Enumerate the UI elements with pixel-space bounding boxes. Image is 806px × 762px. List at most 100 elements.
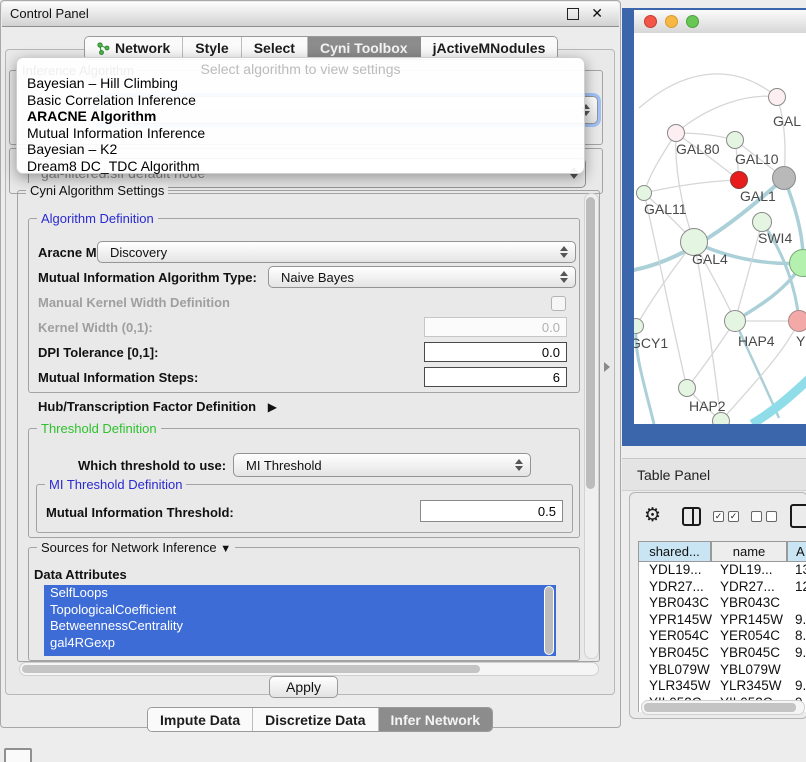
columns-icon[interactable] — [682, 507, 701, 526]
tab-discretize-data[interactable]: Discretize Data — [253, 708, 378, 731]
column-header-name[interactable]: name — [711, 541, 787, 562]
close-icon[interactable]: ✕ — [591, 5, 603, 22]
dropdown-item[interactable]: Dream8 DC_TDC Algorithm — [27, 158, 200, 174]
list-vertical-scrollbar[interactable] — [544, 586, 554, 655]
node-gray[interactable] — [772, 166, 796, 190]
node-hap4[interactable] — [724, 310, 746, 332]
tab-jactivemnodules[interactable]: jActiveMNodules — [421, 37, 558, 59]
dropdown-item-selected[interactable]: ARACNE Algorithm — [27, 108, 156, 124]
gear-icon[interactable]: ⚙ — [644, 506, 661, 525]
splitter-arrow-icon[interactable] — [604, 362, 610, 372]
node-label: HAP2 — [689, 398, 726, 414]
collapse-arrow-icon: ▼ — [220, 543, 231, 555]
table-row[interactable]: YBR043C YBR043C — [639, 595, 806, 612]
mac-minimize-icon[interactable] — [665, 15, 678, 28]
combo-arrows-icon — [515, 459, 523, 471]
mi-steps-field[interactable] — [424, 367, 567, 387]
kernel-width-field[interactable] — [424, 317, 567, 337]
checkbox-unchecked-icon[interactable] — [751, 511, 762, 522]
settings-vertical-scrollbar[interactable] — [584, 193, 599, 659]
sources-group-title[interactable]: Sources for Network Inference ▼ — [37, 540, 235, 555]
restore-panel-icon[interactable] — [4, 748, 32, 762]
column-header-shared[interactable]: shared... — [638, 541, 711, 562]
mi-steps-label: Mutual Information Steps: — [38, 370, 198, 385]
tab-select[interactable]: Select — [242, 37, 308, 59]
node-salmon[interactable] — [788, 310, 806, 332]
cell-shared: YER054C — [639, 628, 712, 645]
cell-name: YLR345W — [712, 678, 788, 695]
dpi-tolerance-field[interactable] — [424, 342, 567, 362]
column-header-a[interactable]: A — [787, 541, 806, 562]
tab-style[interactable]: Style — [183, 37, 241, 59]
dropdown-item[interactable]: Basic Correlation Inference — [27, 92, 196, 108]
apply-button[interactable]: Apply — [269, 676, 338, 698]
algorithm-dropdown-popup: Select algorithm to view settings Bayesi… — [16, 57, 585, 174]
manual-kernel-checkbox[interactable] — [551, 296, 566, 311]
which-threshold-label: Which threshold to use: — [78, 458, 226, 473]
table-row[interactable]: YDL19... YDL19... 13 — [639, 562, 806, 579]
checkbox-checked-icon[interactable]: ✓ — [713, 511, 724, 522]
table-row[interactable]: YBL079W YBL079W — [639, 662, 806, 679]
combo-arrows-icon — [560, 246, 568, 258]
table-row[interactable]: YDR27... YDR27... 12 — [639, 579, 806, 596]
tab-select-label: Select — [254, 40, 295, 56]
dpi-tolerance-label: DPI Tolerance [0,1]: — [38, 345, 158, 360]
list-item[interactable]: BetweennessCentrality — [44, 618, 556, 635]
table-panel-bar: Table Panel — [622, 458, 806, 491]
kernel-width-label: Kernel Width (0,1): — [38, 320, 153, 335]
mi-type-combo[interactable]: Naive Bayes — [268, 266, 576, 288]
checkbox-checked-icon[interactable]: ✓ — [728, 511, 739, 522]
mi-threshold-field[interactable] — [420, 500, 563, 522]
hub-definition-toggle[interactable]: Hub/Transcription Factor Definition ▶ — [38, 399, 277, 414]
dropdown-item[interactable]: Mutual Information Inference — [27, 125, 205, 141]
list-item[interactable]: TopologicalCoefficient — [44, 602, 556, 619]
list-item[interactable]: SelfLoops — [44, 585, 556, 602]
tab-cyni-toolbox[interactable]: Cyni Toolbox — [308, 37, 421, 59]
dropdown-item[interactable]: Bayesian – Hill Climbing — [27, 75, 178, 91]
mac-zoom-icon[interactable] — [686, 15, 699, 28]
list-vertical-scrollbar-thumb[interactable] — [545, 587, 553, 654]
settings-horizontal-scrollbar-thumb[interactable] — [22, 665, 480, 673]
document-icon[interactable] — [790, 504, 806, 528]
checkbox-unchecked-icon[interactable] — [766, 511, 777, 522]
settings-horizontal-scrollbar[interactable] — [19, 662, 599, 676]
mac-close-icon[interactable] — [644, 15, 657, 28]
table-row[interactable]: YPR145W YPR145W 9. — [639, 612, 806, 629]
which-threshold-value: MI Threshold — [246, 458, 322, 473]
aracne-mode-combo[interactable]: Discovery — [97, 241, 576, 263]
table-body: YDL19... YDL19... 13 YDR27... YDR27... 1… — [638, 562, 806, 712]
table-horizontal-scrollbar-thumb[interactable] — [644, 703, 796, 712]
node-swi4[interactable] — [752, 212, 772, 232]
tab-impute-data[interactable]: Impute Data — [148, 708, 253, 731]
tab-impute-data-label: Impute Data — [160, 712, 240, 728]
node-label: Y — [796, 333, 805, 349]
mi-threshold-label: Mutual Information Threshold: — [46, 505, 234, 520]
tab-infer-network[interactable]: Infer Network — [379, 708, 492, 731]
table-row[interactable]: YER054C YER054C 8. — [639, 628, 806, 645]
tab-network[interactable]: Network — [85, 37, 183, 59]
node-gal1[interactable] — [730, 171, 748, 189]
node-gal80[interactable] — [667, 124, 685, 142]
data-attributes-list[interactable]: SelfLoops TopologicalCoefficient Between… — [44, 585, 556, 656]
algorithm-definition-title: Algorithm Definition — [37, 211, 158, 226]
table-row[interactable]: YBR045C YBR045C 9. — [639, 645, 806, 662]
cell-value: 9. — [788, 645, 806, 662]
node-hap2[interactable] — [678, 379, 696, 397]
node-gal11[interactable] — [636, 185, 652, 201]
settings-vertical-scrollbar-thumb[interactable] — [586, 197, 595, 489]
node-gal10[interactable] — [726, 131, 744, 149]
tab-cyni-toolbox-label: Cyni Toolbox — [320, 40, 408, 56]
node-gal-top[interactable] — [768, 88, 786, 106]
cell-value — [788, 662, 806, 679]
which-threshold-combo[interactable]: MI Threshold — [233, 453, 531, 477]
table-horizontal-scrollbar[interactable] — [641, 700, 805, 715]
dropdown-item[interactable]: Bayesian – K2 — [27, 141, 117, 157]
network-canvas[interactable]: GAL GAL80 GAL10 GAL1 GAL11 SWI4 GAL4 GCY… — [634, 33, 806, 424]
cell-shared: YBR043C — [639, 595, 712, 612]
cell-shared: YLR345W — [639, 678, 712, 695]
table-row[interactable]: YLR345W YLR345W 9. — [639, 678, 806, 695]
float-window-icon[interactable] — [567, 8, 579, 20]
cell-shared: YPR145W — [639, 612, 712, 629]
list-item[interactable]: gal4RGexp — [44, 635, 556, 652]
cell-shared: YBL079W — [639, 662, 712, 679]
